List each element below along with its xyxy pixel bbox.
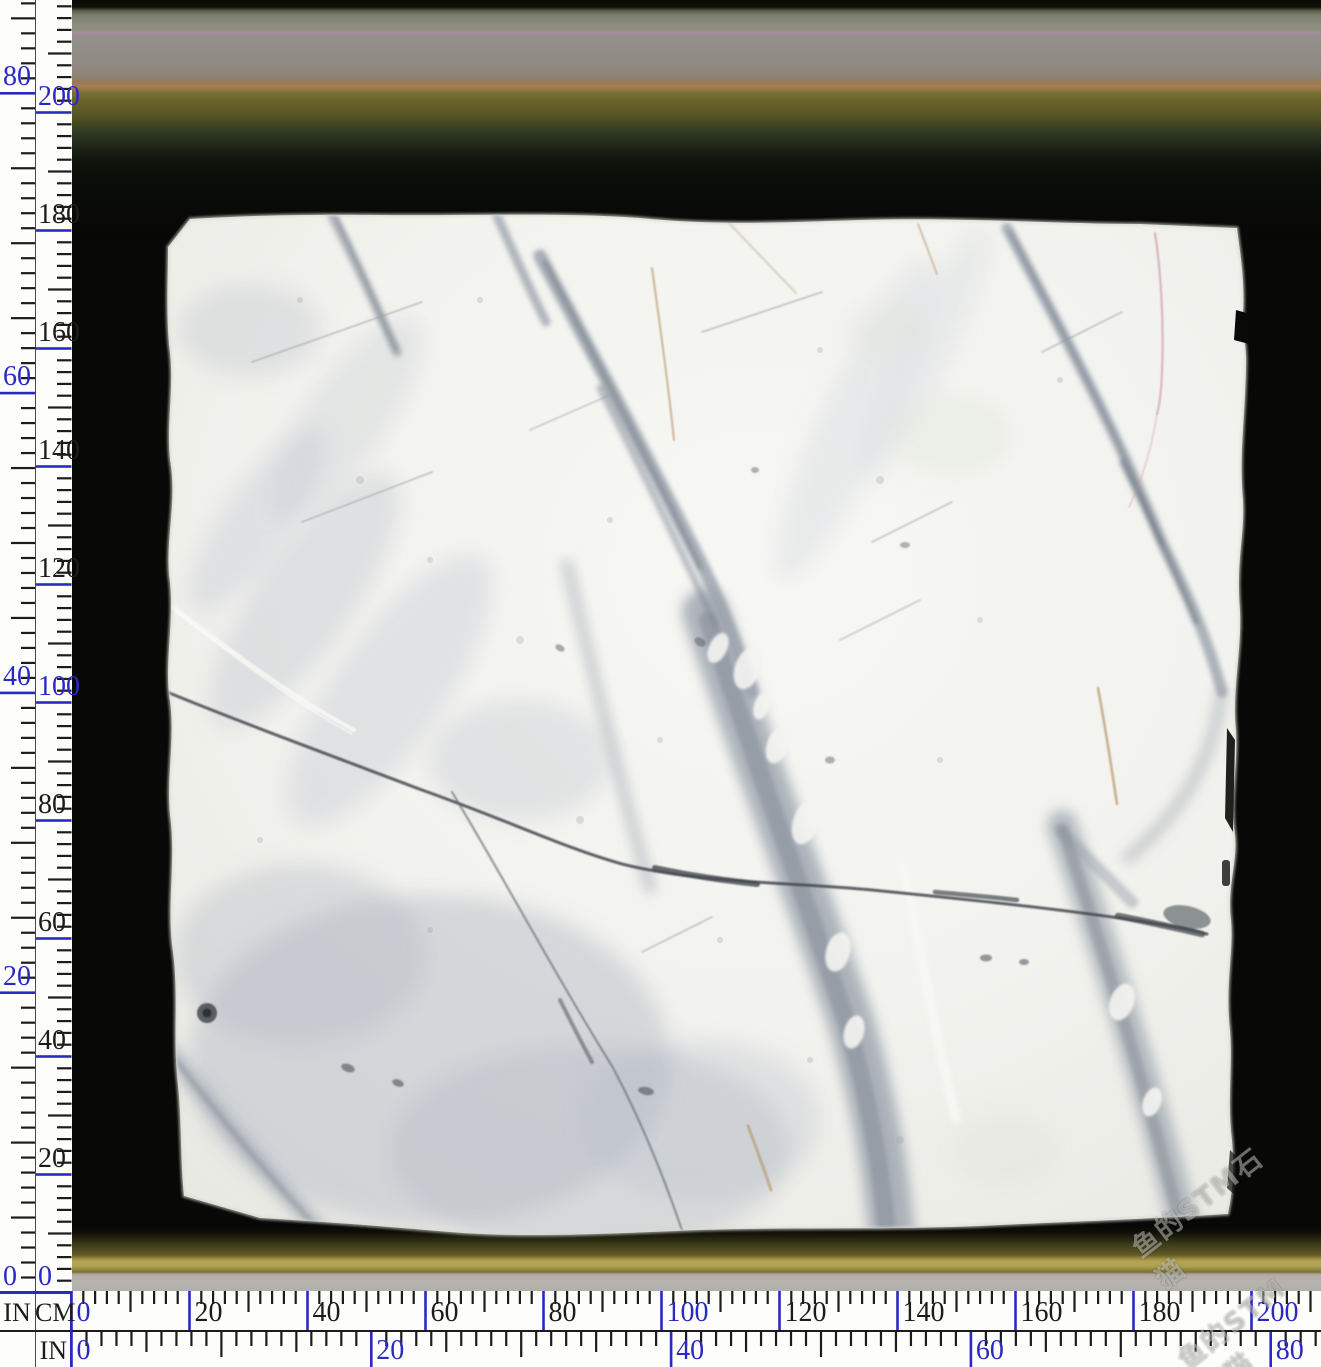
ruler-label-h-cm-80: 80 bbox=[549, 1299, 577, 1327]
ruler-label-v-in-0: 0 bbox=[3, 1263, 17, 1291]
ruler-label-h-cm-120: 120 bbox=[785, 1299, 827, 1327]
ruler-label-v-cm-160: 160 bbox=[38, 319, 80, 347]
ruler-label-v-cm-60: 60 bbox=[38, 909, 66, 937]
ruler-ticks bbox=[0, 0, 1321, 1367]
corner-unit-inches-row2: IN bbox=[35, 1336, 67, 1366]
ruler-label-v-cm-200: 200 bbox=[38, 83, 80, 111]
ruler-label-h-cm-100: 100 bbox=[667, 1299, 709, 1327]
ruler-label-v-cm-140: 140 bbox=[38, 437, 80, 465]
ruler-label-v-cm-80: 80 bbox=[38, 791, 66, 819]
corner-top-line bbox=[0, 1291, 72, 1294]
ruler-label-h-cm-160: 160 bbox=[1021, 1299, 1063, 1327]
ruler-label-v-cm-120: 120 bbox=[38, 555, 80, 583]
ruler-label-h-in-60: 60 bbox=[976, 1337, 1004, 1365]
ruler-label-h-in-20: 20 bbox=[376, 1337, 404, 1365]
corner-unit-inches: IN bbox=[0, 1298, 34, 1328]
ruler-label-h-cm-60: 60 bbox=[431, 1299, 459, 1327]
ruler-label-h-cm-180: 180 bbox=[1139, 1299, 1181, 1327]
ruler-label-h-in-80: 80 bbox=[1276, 1337, 1304, 1365]
slab-scan-viewport: 0204060801001201401601802000204060800204… bbox=[0, 0, 1321, 1367]
ruler-label-h-in-40: 40 bbox=[676, 1337, 704, 1365]
ruler-label-h-cm-140: 140 bbox=[903, 1299, 945, 1327]
ruler-label-v-in-60: 60 bbox=[3, 363, 31, 391]
ruler-label-h-cm-20: 20 bbox=[195, 1299, 223, 1327]
ruler-label-v-in-20: 20 bbox=[3, 963, 31, 991]
ruler-label-v-in-80: 80 bbox=[3, 63, 31, 91]
ruler-label-h-cm-40: 40 bbox=[313, 1299, 341, 1327]
ruler-label-h-in-0: 0 bbox=[77, 1337, 91, 1365]
ruler-label-v-cm-20: 20 bbox=[38, 1145, 66, 1173]
ruler-label-h-cm-200: 200 bbox=[1257, 1299, 1299, 1327]
ruler-label-h-cm-0: 0 bbox=[77, 1299, 91, 1327]
corner-unit-cm: CM bbox=[35, 1298, 70, 1328]
ruler-row-divider bbox=[0, 1330, 1321, 1332]
ruler-label-v-cm-100: 100 bbox=[38, 673, 80, 701]
ruler-column-divider bbox=[35, 0, 37, 1367]
ruler-label-v-cm-180: 180 bbox=[38, 201, 80, 229]
ruler-label-v-in-40: 40 bbox=[3, 663, 31, 691]
ruler-label-v-cm-40: 40 bbox=[38, 1027, 66, 1055]
ruler-label-v-cm-0: 0 bbox=[38, 1263, 52, 1291]
